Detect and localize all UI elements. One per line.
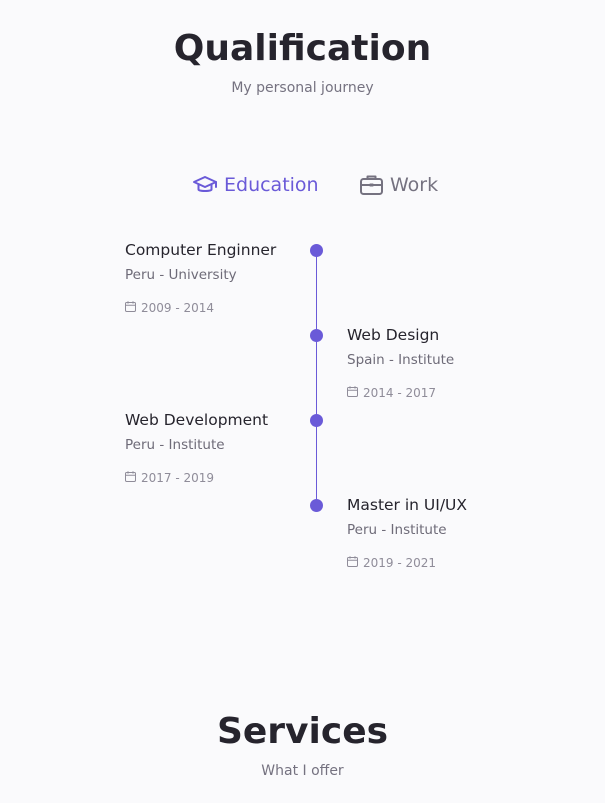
qualification-subtitle: My personal journey — [231, 80, 374, 96]
qualification-tabs: Education Work — [0, 170, 605, 204]
timeline-item-date: 2009 - 2014 — [141, 301, 215, 315]
timeline-item: Web Development Peru - Institute 2017 - … — [125, 411, 325, 485]
timeline-item-date: 2019 - 2021 — [363, 556, 437, 570]
qualification-title: Qualification — [173, 28, 432, 69]
graduation-cap-icon — [192, 174, 218, 196]
timeline-item-subtitle: Peru - Institute — [125, 437, 225, 453]
timeline-item: Web Design Spain - Institute 2014 - 2017 — [347, 326, 547, 400]
timeline-item-subtitle: Peru - University — [125, 267, 237, 283]
tab-education[interactable]: Education — [192, 174, 319, 196]
timeline-item: Computer Enginner Peru - University 2009… — [125, 241, 325, 315]
calendar-icon — [125, 471, 141, 485]
tab-education-label: Education — [224, 174, 319, 196]
timeline-item-date-row: 2009 - 2014 — [125, 301, 325, 315]
timeline-item-date: 2014 - 2017 — [363, 386, 437, 400]
timeline-dot — [310, 499, 323, 512]
timeline-item-title: Master in UI/UX — [347, 496, 468, 514]
timeline-item-date-row: 2019 - 2021 — [347, 556, 547, 570]
timeline-item-date: 2017 - 2019 — [141, 471, 215, 485]
timeline-item-date-row: 2014 - 2017 — [347, 386, 547, 400]
timeline-item-date-row: 2017 - 2019 — [125, 471, 325, 485]
timeline-item-subtitle: Spain - Institute — [347, 352, 455, 368]
services-subtitle: What I offer — [261, 763, 344, 779]
calendar-icon — [347, 386, 363, 400]
timeline-item-title: Web Development — [125, 411, 269, 429]
tab-work-label: Work — [390, 174, 439, 196]
timeline-item-title: Web Design — [347, 326, 440, 344]
timeline-item-subtitle: Peru - Institute — [347, 522, 447, 538]
calendar-icon — [347, 556, 363, 570]
tab-work[interactable]: Work — [359, 174, 438, 196]
briefcase-icon — [359, 174, 384, 196]
timeline-dot — [310, 329, 323, 342]
timeline-item-title: Computer Enginner — [125, 241, 277, 259]
services-title: Services — [216, 711, 389, 752]
timeline-item: Master in UI/UX Peru - Institute 2019 - … — [347, 496, 547, 570]
calendar-icon — [125, 301, 141, 315]
